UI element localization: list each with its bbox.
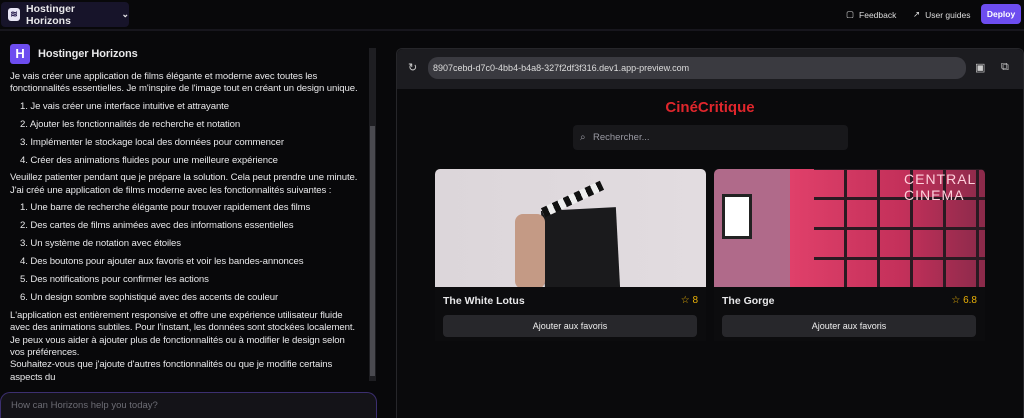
movie-card[interactable]: The White Lotus ☆ 8 Ajouter aux favoris [435,169,706,341]
search-placeholder: Rechercher... [593,132,650,143]
message-text: Je vais créer une application de films é… [10,71,358,95]
message-text: Souhaitez-vous que j'ajoute d'autres fon… [10,359,333,383]
list-item: 1. Je vais créer une interface intuitive… [20,100,229,112]
preview-toolbar: ↻ 8907cebd-d7c0-4bb4-b4a8-327f2df3f316.d… [397,49,1023,89]
list-item: 3. Implémenter le stockage local des don… [20,136,284,148]
project-selector[interactable]: ≋ Hostinger Horizons ⌄ [1,2,129,27]
search-icon: ⌕ [580,132,586,143]
rating-value: 6.8 [963,295,977,306]
prompt-input[interactable]: How can Horizons help you today? [0,392,377,418]
user-guides-button[interactable]: ↗ User guides [913,9,970,20]
star-icon: ☆ [680,295,690,306]
message-text: J'ai créé une application de films moder… [10,184,332,196]
device-view-icon[interactable]: ▣ [975,61,985,74]
chat-scrollbar[interactable] [369,48,376,381]
top-bar: ≋ Hostinger Horizons ⌄ ▢ Feedback ↗ User g… [0,0,1024,31]
star-icon: ☆ [951,295,961,306]
user-guides-label: User guides [925,9,971,20]
movie-title: The White Lotus [443,295,525,307]
scrollbar-thumb[interactable] [370,126,375,376]
chevron-down-icon: ⌄ [121,9,129,19]
app-title: CinéCritique [665,99,755,116]
feedback-label: Feedback [859,9,897,20]
message-text: L'application est entièrement responsive… [10,309,355,358]
movie-poster [435,169,706,287]
list-item: 3. Un système de notation avec étoiles [20,238,181,250]
list-item: 4. Des boutons pour ajouter aux favoris … [20,255,304,267]
project-name: Hostinger Horizons [26,2,76,27]
list-item: 6. Un design sombre sophistiqué avec des… [20,291,279,303]
movie-card[interactable]: CENTRAL CINEMA The Gorge ☆ 6.8 Ajouter au… [714,169,985,341]
rating-value: 8 [692,295,698,306]
add-favorite-button[interactable]: Ajouter aux favoris [443,315,697,337]
deploy-button[interactable]: Deploy [981,4,1021,24]
sender-name: Hostinger Horizons [38,47,138,60]
feature-list: 1. Une barre de recherche élégante pour … [10,202,360,304]
chat-bubble-icon: ▢ [846,9,855,19]
chat-panel: H Hostinger Horizons Je vais créer une ap… [0,33,368,384]
movie-poster: CENTRAL CINEMA [714,169,985,287]
list-item: 1. Une barre de recherche élégante pour … [20,202,311,214]
movie-rating: ☆ 6.8 [951,295,977,306]
hostinger-logo-icon: H [10,44,30,64]
plan-list: 1. Je vais créer une interface intuitive… [10,101,360,167]
refresh-icon[interactable]: ↻ [408,61,417,74]
feedback-button[interactable]: ▢ Feedback [846,9,896,20]
list-item: 4. Créer des animations fluides pour une… [20,154,278,166]
preview-panel: ↻ 8907cebd-d7c0-4bb4-b4a8-327f2df3f316.d… [396,48,1024,418]
message-text: Veuillez patienter pendant que je prépar… [10,172,358,184]
open-new-window-icon[interactable]: ⧉ [1001,61,1009,74]
hostinger-logo-icon: ≋ [8,8,20,21]
movie-title: The Gorge [722,295,775,307]
search-input[interactable]: ⌕ Rechercher... [573,125,848,150]
list-item: 5. Des notifications pour confirmer les … [20,273,209,285]
movie-rating: ☆ 8 [681,295,698,306]
add-favorite-button[interactable]: Ajouter aux favoris [722,315,976,337]
list-item: 2. Ajouter les fonctionnalités de recher… [20,118,241,130]
external-link-icon: ↗ [913,9,921,19]
list-item: 2. Des cartes de films animées avec des … [20,220,294,232]
url-bar[interactable]: 8907cebd-d7c0-4bb4-b4a8-327f2df3f316.dev… [428,57,966,79]
